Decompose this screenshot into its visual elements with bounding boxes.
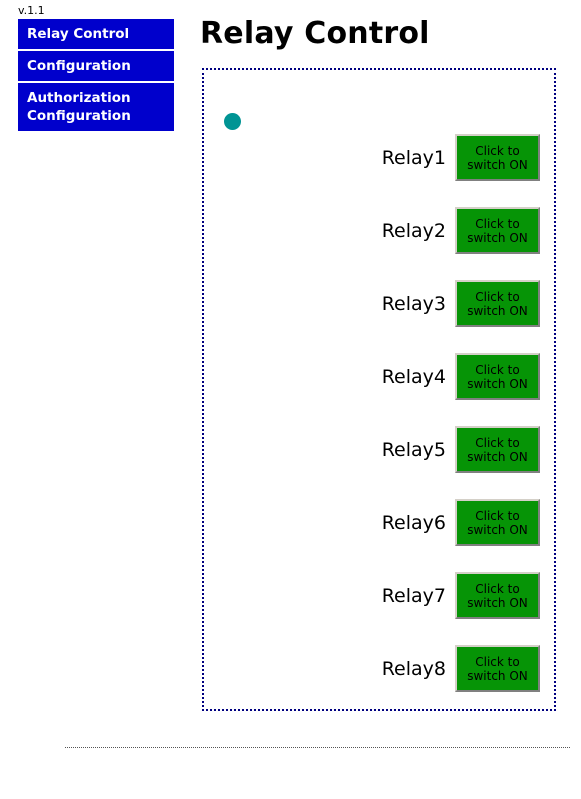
relay-label: Relay6 <box>381 511 446 534</box>
relay-toggle-button-label: Click to switch ON <box>467 362 528 391</box>
sidebar-item-configuration[interactable]: Configuration <box>18 51 174 83</box>
relay-toggle-button[interactable]: Click to switch ON <box>455 426 540 473</box>
relay-toggle-button[interactable]: Click to switch ON <box>455 207 540 254</box>
relay-label: Relay2 <box>381 219 446 242</box>
sidebar-item-authorization-configuration[interactable]: Authorization Configuration <box>18 83 174 131</box>
relay-row: Relay3 Click to switch ON <box>204 280 554 327</box>
relay-toggle-button-label: Click to switch ON <box>467 581 528 610</box>
relay-row: Relay4 Click to switch ON <box>204 353 554 400</box>
relay-list: Relay1 Click to switch ON Relay2 Click t… <box>204 134 554 718</box>
relay-label: Relay4 <box>381 365 446 388</box>
relay-row: Relay1 Click to switch ON <box>204 134 554 181</box>
relay-toggle-button[interactable]: Click to switch ON <box>455 499 540 546</box>
main-content: Relay Control Relay1 Click to switch ON … <box>198 0 568 711</box>
relay-label: Relay5 <box>381 438 446 461</box>
sidebar-nav: Relay Control Configuration Authorizatio… <box>18 19 174 131</box>
relay-panel: Relay1 Click to switch ON Relay2 Click t… <box>202 68 556 711</box>
relay-label: Relay7 <box>381 584 446 607</box>
sidebar-item-label: Relay Control <box>27 26 130 42</box>
relay-toggle-button-label: Click to switch ON <box>467 216 528 245</box>
sidebar-item-label: Authorization Configuration <box>27 90 131 124</box>
sidebar: v.1.1 Relay Control Configuration Author… <box>18 4 174 131</box>
sidebar-item-relay-control[interactable]: Relay Control <box>18 19 174 51</box>
footer-divider <box>65 747 570 748</box>
relay-row: Relay8 Click to switch ON <box>204 645 554 692</box>
relay-toggle-button[interactable]: Click to switch ON <box>455 280 540 327</box>
relay-row: Relay7 Click to switch ON <box>204 572 554 619</box>
relay-toggle-button-label: Click to switch ON <box>467 654 528 683</box>
sidebar-item-label: Configuration <box>27 58 131 74</box>
relay-label: Relay8 <box>381 657 446 680</box>
relay-toggle-button-label: Click to switch ON <box>467 289 528 318</box>
page-title: Relay Control <box>200 16 430 51</box>
relay-toggle-button-label: Click to switch ON <box>467 143 528 172</box>
relay-label: Relay3 <box>381 292 446 315</box>
relay-toggle-button[interactable]: Click to switch ON <box>455 645 540 692</box>
relay-toggle-button[interactable]: Click to switch ON <box>455 134 540 181</box>
relay-toggle-button-label: Click to switch ON <box>467 435 528 464</box>
status-indicator-icon <box>224 113 241 130</box>
relay-row: Relay6 Click to switch ON <box>204 499 554 546</box>
relay-toggle-button-label: Click to switch ON <box>467 508 528 537</box>
relay-row: Relay5 Click to switch ON <box>204 426 554 473</box>
relay-row: Relay2 Click to switch ON <box>204 207 554 254</box>
relay-label: Relay1 <box>381 146 446 169</box>
relay-toggle-button[interactable]: Click to switch ON <box>455 572 540 619</box>
version-label: v.1.1 <box>18 4 45 17</box>
relay-toggle-button[interactable]: Click to switch ON <box>455 353 540 400</box>
